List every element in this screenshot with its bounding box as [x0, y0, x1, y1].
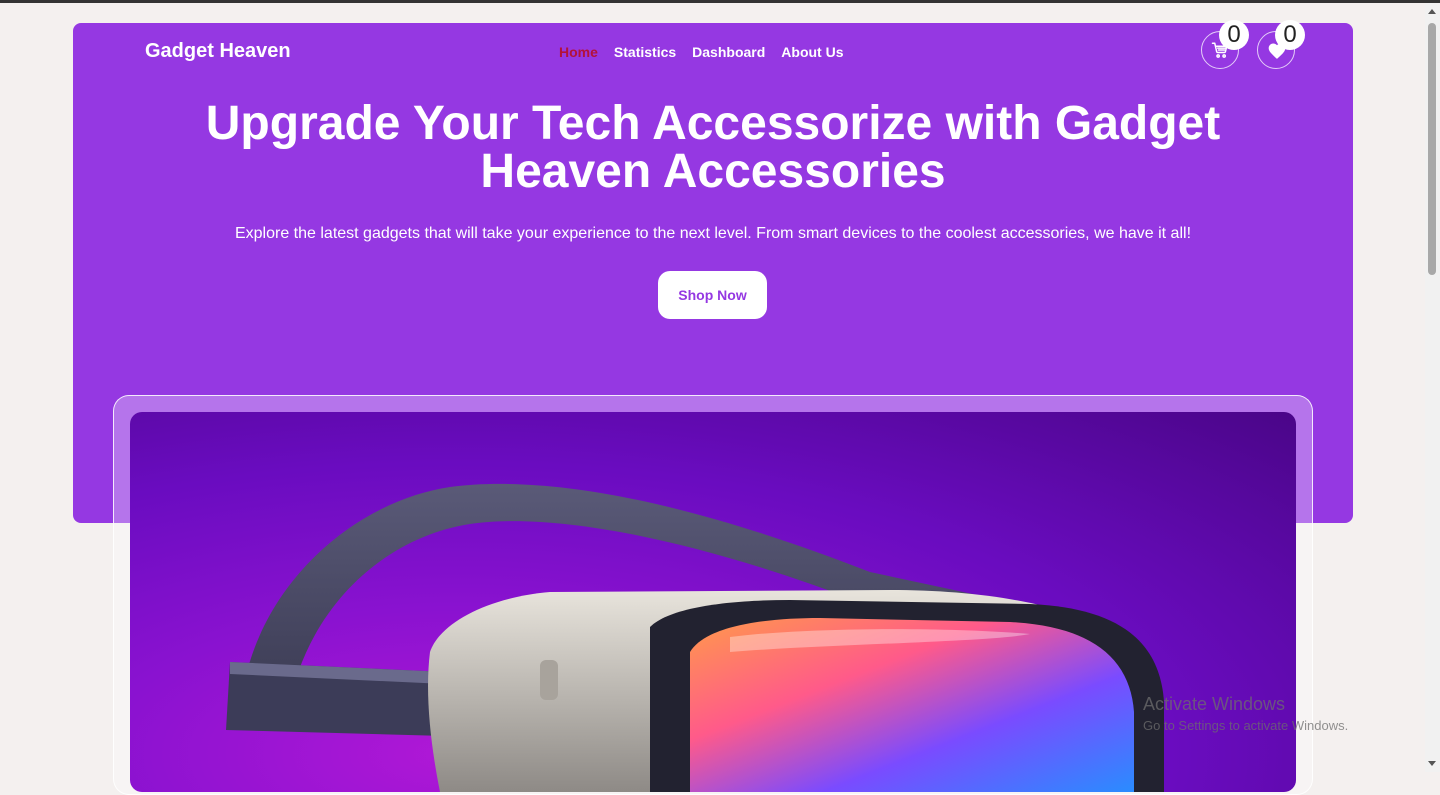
wishlist-count-badge: 0: [1275, 20, 1305, 50]
cart-count-badge: 0: [1219, 20, 1249, 50]
hero-title: Upgrade Your Tech Accessorize with Gadge…: [113, 100, 1313, 196]
hero-subtitle: Explore the latest gadgets that will tak…: [234, 225, 1192, 242]
hero-title-line-1: Upgrade Your Tech Accessorize with Gadge…: [205, 97, 1221, 150]
watermark-subtitle: Go to Settings to activate Windows.: [1143, 718, 1349, 733]
activate-windows-watermark: Activate Windows Go to Settings to activ…: [1143, 694, 1348, 736]
page-scrollbar[interactable]: [1425, 3, 1440, 772]
nav-item-home[interactable]: Home: [559, 42, 598, 62]
main-nav: Home Statistics Dashboard About Us: [559, 42, 844, 62]
scrollbar-thumb[interactable]: [1428, 23, 1436, 275]
scroll-down-arrow-icon[interactable]: [1428, 761, 1436, 766]
brand-logo[interactable]: Gadget Heaven: [145, 39, 291, 63]
cart-button[interactable]: 0: [1201, 20, 1249, 69]
nav-item-about-us[interactable]: About Us: [781, 42, 843, 62]
watermark-title: Activate Windows: [1143, 694, 1286, 714]
shop-now-button[interactable]: Shop Now: [658, 271, 767, 319]
nav-item-dashboard[interactable]: Dashboard: [692, 42, 765, 62]
browser-top-edge: [0, 0, 1440, 3]
hero-title-line-2: Heaven Accessories: [480, 145, 946, 198]
wishlist-button[interactable]: 0: [1257, 20, 1305, 69]
scroll-up-arrow-icon[interactable]: [1428, 9, 1436, 14]
nav-item-statistics[interactable]: Statistics: [614, 42, 676, 62]
vr-headset-image: [130, 412, 1296, 792]
